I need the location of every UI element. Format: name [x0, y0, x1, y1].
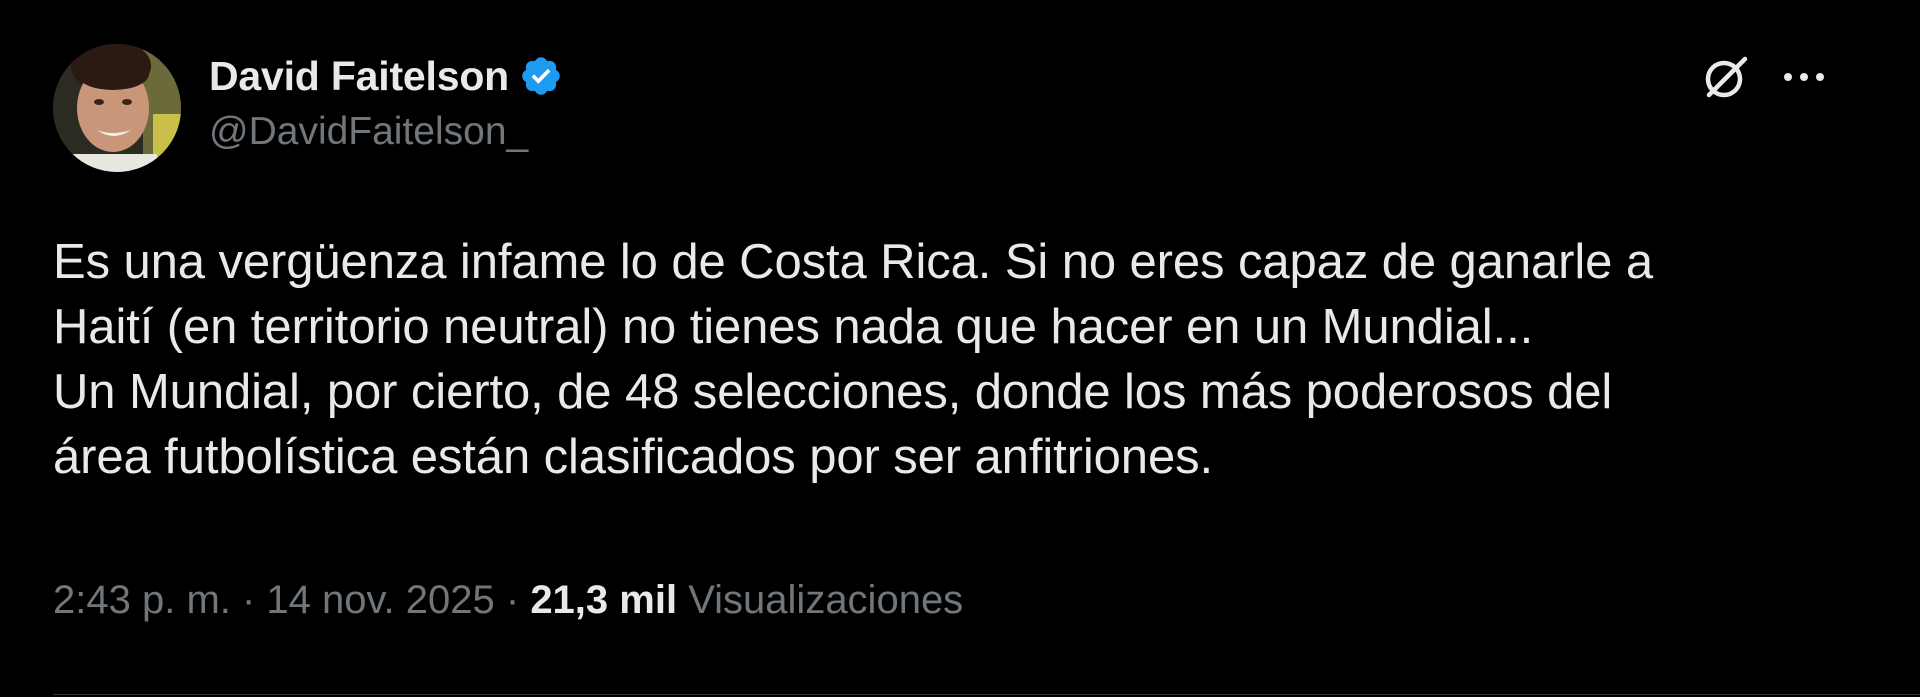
display-name[interactable]: David Faitelson [209, 53, 509, 100]
views-spacer [677, 578, 688, 623]
author-names: David Faitelson @DavidFaitelson_ [209, 50, 563, 154]
tweet-text: Es una vergüenza infame lo de Costa Rica… [53, 235, 1653, 484]
avatar-image [53, 44, 181, 172]
verified-badge-icon[interactable] [519, 54, 563, 98]
divider [53, 694, 1920, 695]
tweet-metadata: 2:43 p. m. · 14 nov. 2025 · 21,3 mil Vis… [53, 578, 963, 623]
views-label[interactable]: Visualizaciones [688, 578, 963, 623]
grok-icon [1700, 51, 1752, 108]
tweet-header: David Faitelson @DavidFaitelson_ [53, 44, 1873, 172]
meta-separator: · [494, 578, 531, 622]
tweet-card: David Faitelson @DavidFaitelson_ Es una … [0, 0, 1920, 697]
more-options-button[interactable] [1775, 50, 1833, 108]
tweet-time[interactable]: 2:43 p. m. [53, 578, 231, 623]
meta-separator: · [230, 578, 267, 622]
grok-button[interactable] [1697, 50, 1755, 108]
more-options-icon [1780, 70, 1828, 89]
author-handle[interactable]: @DavidFaitelson_ [209, 110, 563, 154]
display-name-row: David Faitelson [209, 50, 563, 102]
tweet-date[interactable]: 14 nov. 2025 [266, 578, 494, 623]
avatar[interactable] [53, 44, 181, 172]
views-count[interactable]: 21,3 mil [530, 578, 677, 623]
